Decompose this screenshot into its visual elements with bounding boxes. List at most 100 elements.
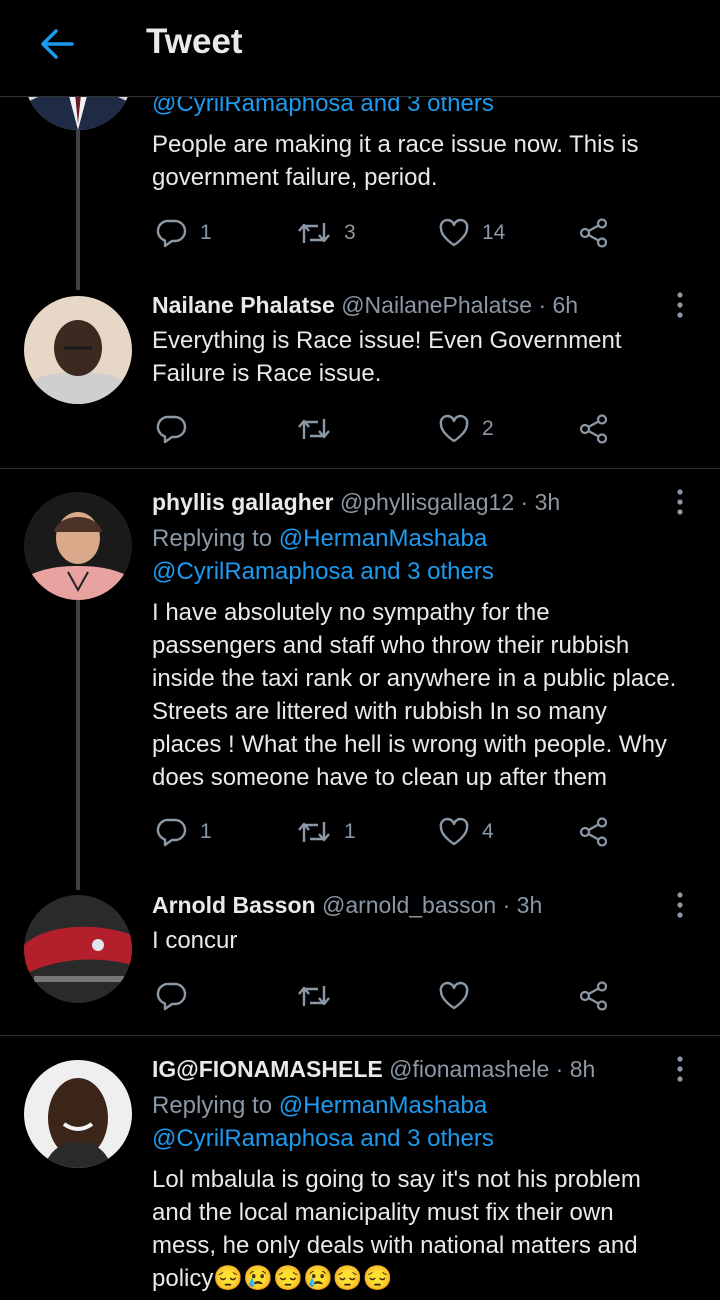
share-button[interactable] — [578, 976, 610, 1016]
timestamp: · 8h — [555, 1056, 596, 1082]
reply-icon — [156, 217, 188, 249]
tweet-text-line: policy😔😢😔😢😔😔 — [152, 1265, 393, 1292]
replying-to-user-link[interactable]: @HermanMashaba — [279, 525, 487, 552]
share-button[interactable] — [578, 812, 610, 852]
like-button[interactable]: 14 — [438, 213, 505, 253]
more-options-icon[interactable] — [666, 891, 694, 919]
tweet-actions: 1 1 4 — [152, 812, 632, 852]
like-button[interactable]: 4 — [438, 812, 494, 852]
user-handle[interactable]: @phyllisgallag12 — [340, 489, 514, 515]
avatar[interactable] — [24, 1060, 132, 1168]
tweet-actions — [152, 976, 632, 1016]
thread-line — [76, 600, 80, 890]
reply-count: 1 — [200, 820, 212, 843]
more-options-icon[interactable] — [666, 1055, 694, 1083]
tweet-text-line: Streets are littered with rubbish In so … — [152, 698, 607, 725]
like-button[interactable]: 2 — [438, 409, 494, 449]
share-button[interactable] — [578, 409, 610, 449]
tweet-actions: 2 — [152, 409, 632, 449]
replying-to-line: @CyrilRamaphosa and 3 others — [152, 558, 494, 586]
display-name[interactable]: IG@FIONAMASHELE — [152, 1056, 383, 1082]
more-options-icon[interactable] — [666, 291, 694, 319]
retweet-button[interactable] — [296, 976, 344, 1016]
share-icon — [578, 980, 610, 1012]
tweet-text-line: does someone have to clean up after them — [152, 764, 607, 791]
share-icon — [578, 413, 610, 445]
share-button[interactable] — [578, 213, 610, 253]
reply-icon — [156, 980, 188, 1012]
retweet-count: 1 — [344, 820, 356, 843]
replying-to-others-link[interactable]: @CyrilRamaphosa and 3 others — [152, 1125, 494, 1152]
replying-to-user-link[interactable]: @HermanMashaba — [279, 1092, 487, 1119]
like-count: 4 — [482, 820, 494, 843]
divider — [0, 468, 720, 469]
more-options-icon[interactable] — [666, 488, 694, 516]
tweet-text-line: inside the taxi rank or anywhere in a pu… — [152, 665, 677, 692]
replying-to-label: Replying to — [152, 1092, 273, 1119]
share-icon — [578, 816, 610, 848]
reply-icon — [156, 816, 188, 848]
display-name[interactable]: phyllis gallagher — [152, 489, 334, 515]
tweet-actions: 1 3 14 — [152, 213, 632, 253]
tweet-text: Lol mbalula is going to say it's not his… — [152, 1163, 707, 1295]
heart-icon — [438, 413, 470, 445]
avatar[interactable] — [24, 492, 132, 600]
tweet-text-line: government failure, period. — [152, 164, 438, 191]
timestamp: · 6h — [538, 292, 579, 318]
timestamp: · 3h — [520, 489, 561, 515]
tweet-header: IG@FIONAMASHELE @fionamashele · 8h — [152, 1056, 595, 1083]
top-app-bar: Tweet — [0, 0, 720, 97]
thread-line — [76, 125, 80, 290]
display-name[interactable]: Arnold Basson — [152, 892, 316, 918]
page-title: Tweet — [146, 22, 243, 61]
reply-icon — [156, 413, 188, 445]
replying-to-others-link[interactable]: @CyrilRamaphosa and 3 others — [152, 558, 494, 585]
tweet-text-line: Lol mbalula is going to say it's not his… — [152, 1166, 641, 1193]
tweet-text-line: Failure is Race issue. — [152, 360, 382, 387]
reply-button[interactable]: 1 — [156, 812, 212, 852]
user-handle[interactable]: @NailanePhalatse — [341, 292, 532, 318]
heart-icon — [438, 816, 470, 848]
user-handle[interactable]: @arnold_basson — [322, 892, 496, 918]
reply-button[interactable] — [156, 409, 200, 449]
like-count: 2 — [482, 417, 494, 440]
tweet-text: I have absolutely no sympathy for the pa… — [152, 596, 707, 794]
replying-to-line: Replying to @HermanMashaba — [152, 525, 487, 553]
tweet-text: Everything is Race issue! Even Governmen… — [152, 324, 707, 390]
reply-count: 1 — [200, 221, 212, 244]
tweet-text-line: passengers and staff who throw their rub… — [152, 632, 630, 659]
retweet-button[interactable]: 1 — [296, 812, 356, 852]
tweet-text: People are making it a race issue now. T… — [152, 128, 707, 194]
retweet-count: 3 — [344, 221, 356, 244]
retweet-icon — [296, 217, 332, 249]
tweet-text-line: mess, he only deals with national matter… — [152, 1232, 638, 1259]
tweet-text-line: I concur — [152, 927, 238, 954]
tweet-text-line: and the local manicipality must fix thei… — [152, 1199, 614, 1226]
like-count: 14 — [482, 221, 506, 244]
tweet-header: Arnold Basson @arnold_basson · 3h — [152, 892, 542, 919]
display-name[interactable]: Nailane Phalatse — [152, 292, 335, 318]
tweet-text: I concur — [152, 924, 707, 957]
divider — [0, 1035, 720, 1036]
retweet-icon — [296, 413, 332, 445]
replying-to-line: Replying to @HermanMashaba — [152, 1092, 487, 1120]
avatar[interactable] — [24, 296, 132, 404]
like-button[interactable] — [438, 976, 482, 1016]
tweet-header: Nailane Phalatse @NailanePhalatse · 6h — [152, 292, 578, 319]
retweet-button[interactable]: 3 — [296, 213, 356, 253]
tweet-text-line: Everything is Race issue! Even Governmen… — [152, 327, 622, 354]
retweet-icon — [296, 980, 332, 1012]
replying-to-label: Replying to — [152, 525, 273, 552]
replying-to-line: @CyrilRamaphosa and 3 others — [152, 1125, 494, 1153]
tweet-text-line: places ! What the hell is wrong with peo… — [152, 731, 667, 758]
tweet-header: phyllis gallagher @phyllisgallag12 · 3h — [152, 489, 560, 516]
back-arrow-icon[interactable] — [36, 22, 80, 66]
retweet-button[interactable] — [296, 409, 344, 449]
reply-button[interactable] — [156, 976, 200, 1016]
retweet-icon — [296, 816, 332, 848]
avatar[interactable] — [24, 895, 132, 1003]
reply-button[interactable]: 1 — [156, 213, 212, 253]
heart-icon — [438, 980, 470, 1012]
user-handle[interactable]: @fionamashele — [389, 1056, 549, 1082]
tweet-text-line: People are making it a race issue now. T… — [152, 131, 639, 158]
